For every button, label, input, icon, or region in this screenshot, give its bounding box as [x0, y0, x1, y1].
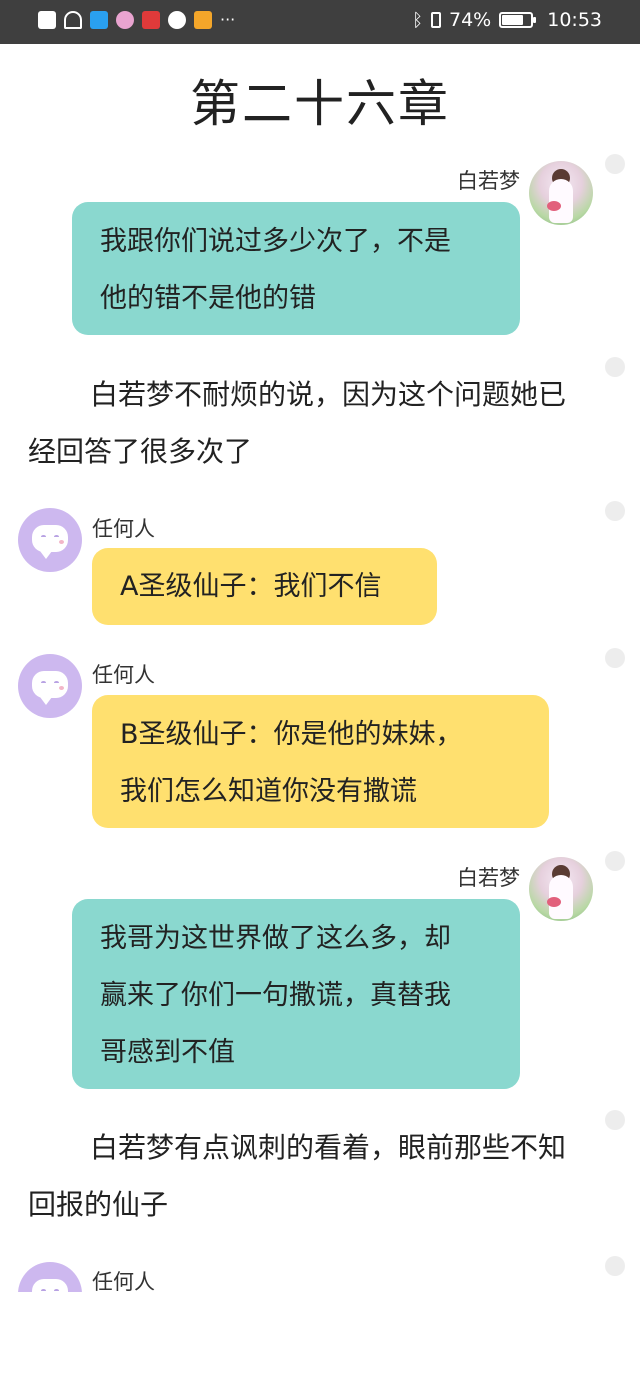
colorful-app-icon — [116, 10, 134, 29]
message-line: B圣级仙子：你是他的妹妹， — [120, 719, 463, 750]
battery-icon — [499, 12, 537, 28]
avatar-bai-ruomeng[interactable] — [529, 857, 593, 921]
speaker-name: 任何人 — [92, 663, 155, 687]
battery-level — [502, 15, 524, 25]
message-line: 哥感到不值 — [100, 1037, 235, 1068]
square-app-icon — [194, 10, 212, 29]
ball-app-icon — [168, 10, 186, 29]
comment-dot[interactable] — [605, 154, 625, 174]
news-app-icon — [142, 10, 160, 29]
message-bubble[interactable]: A圣级仙子：我们不信 — [92, 548, 437, 625]
comment-dot[interactable] — [605, 357, 625, 377]
chapter-title: 第二十六章 — [190, 75, 450, 133]
message-line: 我们怎么知道你没有撒谎 — [120, 776, 417, 807]
more-notifications-icon: ··· — [220, 10, 236, 29]
message-bubble[interactable]: B圣级仙子：你是他的妹妹， 我们怎么知道你没有撒谎 — [92, 695, 549, 828]
avatar-default[interactable] — [18, 508, 82, 572]
search-app-icon — [90, 10, 108, 29]
message-line: 他的错不是他的错 — [100, 283, 316, 314]
vibrate-icon — [431, 12, 441, 28]
speaker-name: 任何人 — [92, 1270, 155, 1292]
avatar-default[interactable] — [18, 654, 82, 718]
status-bar: ··· ᛒ 74% 10:53 — [0, 0, 640, 44]
system-status: ᛒ 74% 10:53 — [412, 9, 602, 31]
speaker-name: 白若梦 — [457, 169, 520, 193]
avatar-bai-ruomeng[interactable] — [529, 161, 593, 225]
wifi-icon — [64, 10, 82, 29]
message-bubble[interactable]: 我跟你们说过多少次了，不是 他的错不是他的错 — [72, 202, 520, 335]
message-line: 我哥为这世界做了这么多，却 — [100, 923, 451, 954]
narration-text: 白若梦有点讽刺的看着，眼前那些不知回报的仙子 — [28, 1131, 567, 1221]
comment-dot[interactable] — [605, 648, 625, 668]
narration-text: 白若梦不耐烦的说，因为这个问题她已经回答了很多次了 — [28, 378, 567, 468]
battery-percent: 74% — [449, 9, 492, 31]
message-bubble[interactable]: 我哥为这世界做了这么多，却 赢来了你们一句撒谎，真替我 哥感到不值 — [72, 899, 520, 1089]
partial-message: 任何人 — [0, 1250, 640, 1292]
comment-dot[interactable] — [605, 1110, 625, 1130]
message-line: 赢来了你们一句撒谎，真替我 — [100, 980, 451, 1011]
alert-icon — [38, 10, 56, 29]
message-line: 我跟你们说过多少次了，不是 — [100, 226, 451, 257]
bluetooth-icon: ᛒ — [412, 9, 423, 31]
speaker-name: 白若梦 — [457, 866, 520, 890]
comment-dot[interactable] — [605, 851, 625, 871]
comment-dot[interactable] — [605, 501, 625, 521]
notification-icons: ··· — [38, 10, 235, 29]
speaker-name: 任何人 — [92, 517, 155, 541]
clock: 10:53 — [547, 9, 602, 31]
avatar-default[interactable] — [18, 1262, 82, 1292]
message-line: A圣级仙子：我们不信 — [120, 571, 382, 602]
